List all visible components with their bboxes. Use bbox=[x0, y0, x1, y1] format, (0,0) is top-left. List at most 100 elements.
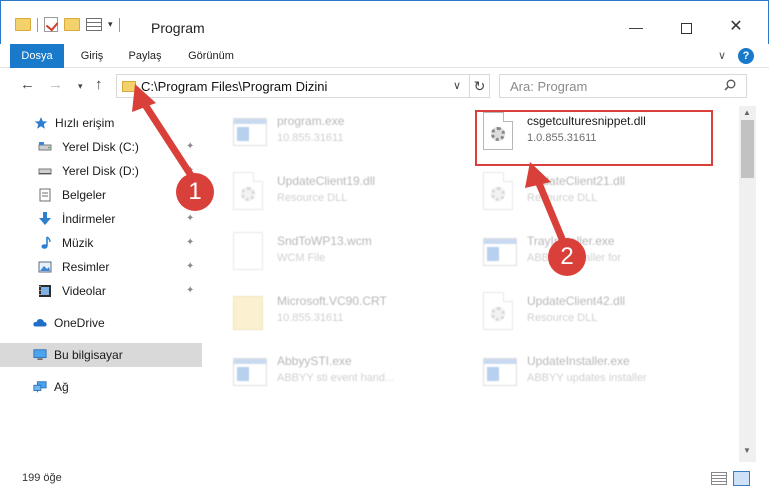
sidebar-item-downloads[interactable]: İndirmeler ✦ bbox=[0, 207, 202, 231]
maximize-button[interactable] bbox=[663, 13, 709, 41]
sidebar-item-label: Hızlı erişim bbox=[55, 116, 115, 130]
pin-icon[interactable]: ✦ bbox=[186, 141, 194, 152]
navigation-pane: Hızlı erişim Yerel Disk (C:) ✦ Yerel Dis… bbox=[0, 106, 205, 462]
address-bar[interactable]: C:\Program Files\Program Dizini ∨ ↻ bbox=[116, 74, 490, 98]
up-button[interactable]: ↑ bbox=[95, 76, 103, 93]
sidebar-item-pictures[interactable]: Resimler ✦ bbox=[0, 255, 202, 279]
file-description: Resource DLL bbox=[527, 192, 598, 204]
file-name: program.exe bbox=[277, 114, 345, 128]
list-item[interactable]: program.exe 10.855.31611 bbox=[205, 106, 455, 162]
sidebar-item-label: İndirmeler bbox=[62, 212, 116, 226]
sidebar-item-network[interactable]: Ağ bbox=[0, 375, 202, 399]
sidebar-item-onedrive[interactable]: OneDrive bbox=[0, 311, 202, 335]
maximize-icon bbox=[680, 22, 692, 34]
customize-toolbar-icon[interactable]: ▾ bbox=[108, 19, 113, 30]
title-bar: ▾ Program — ✕ bbox=[0, 0, 769, 44]
step-1-badge: 1 bbox=[176, 173, 214, 211]
scroll-up-icon[interactable]: ▲ bbox=[743, 108, 751, 117]
file-description: ABBYY sti event hand... bbox=[277, 372, 395, 384]
file-name: Microsoft.VC90.CRT bbox=[277, 294, 387, 308]
sidebar-item-this-pc[interactable]: Bu bilgisayar bbox=[0, 343, 202, 367]
file-description: Resource DLL bbox=[277, 192, 348, 204]
app-icon bbox=[483, 232, 517, 272]
tab-paylas[interactable]: Paylaş bbox=[120, 44, 170, 68]
sidebar-item-label: Yerel Disk (D:) bbox=[62, 164, 139, 178]
toolbar-separator bbox=[118, 17, 120, 32]
dll-icon bbox=[233, 172, 267, 212]
sidebar-item-quick-access[interactable]: Hızlı erişim bbox=[0, 111, 202, 135]
app-icon bbox=[233, 352, 267, 392]
file-name: UpdateClient19.dll bbox=[277, 174, 376, 188]
help-icon[interactable]: ? bbox=[738, 48, 754, 64]
address-dropdown-icon[interactable]: ∨ bbox=[453, 79, 461, 92]
step-2-badge: 2 bbox=[548, 238, 586, 276]
ribbon-tabs: Dosya Giriş Paylaş Görünüm ∨ ? bbox=[0, 44, 769, 68]
list-item[interactable]: UpdateClient19.dll Resource DLL bbox=[205, 166, 455, 222]
pin-icon[interactable]: ✦ bbox=[186, 261, 194, 272]
tiles-view-icon[interactable] bbox=[733, 471, 750, 486]
sidebar-item-label: Videolar bbox=[62, 284, 106, 298]
tab-giris[interactable]: Giriş bbox=[64, 44, 120, 68]
sidebar-item-music[interactable]: Müzik ✦ bbox=[0, 231, 202, 255]
sidebar-item-label: Yerel Disk (C:) bbox=[62, 140, 139, 154]
close-button[interactable]: ✕ bbox=[713, 13, 759, 41]
drive-icon bbox=[38, 142, 52, 151]
vertical-scrollbar[interactable]: ▲ ▼ bbox=[739, 106, 756, 462]
scroll-down-icon[interactable]: ▼ bbox=[743, 446, 751, 455]
highlight-frame bbox=[475, 110, 713, 166]
list-item[interactable]: SndToWP13.wcm WCM File bbox=[205, 226, 455, 282]
list-item[interactable]: UpdateClient42.dll Resource DLL bbox=[455, 286, 705, 342]
file-description: WCM File bbox=[277, 252, 326, 264]
folder-icon[interactable] bbox=[15, 18, 31, 31]
item-count: 199 öğe bbox=[22, 472, 62, 484]
expand-ribbon-icon[interactable]: ∨ bbox=[718, 49, 726, 62]
file-name: UpdateClient21.dll bbox=[527, 174, 626, 188]
dll-icon bbox=[483, 292, 517, 332]
recent-locations-icon[interactable]: ▾ bbox=[78, 81, 83, 92]
minimize-button[interactable]: — bbox=[613, 13, 659, 41]
file-description: ABBYY updates installer bbox=[527, 372, 647, 384]
list-item[interactable]: Microsoft.VC90.CRT 10.855.31611 bbox=[205, 286, 455, 342]
folder-icon bbox=[122, 81, 136, 92]
list-item[interactable]: AbbyySTI.exe ABBYY sti event hand... bbox=[205, 346, 455, 402]
tab-dosya[interactable]: Dosya bbox=[10, 44, 64, 68]
checkmark-icon[interactable] bbox=[44, 17, 58, 32]
scrollbar-thumb[interactable] bbox=[741, 120, 754, 178]
file-description: Resource DLL bbox=[527, 312, 598, 324]
download-icon bbox=[39, 212, 51, 225]
search-icon[interactable] bbox=[724, 79, 736, 91]
details-view-icon[interactable] bbox=[711, 472, 727, 485]
pin-icon[interactable]: ✦ bbox=[186, 213, 194, 224]
star-icon bbox=[34, 117, 48, 129]
properties-icon[interactable] bbox=[86, 18, 102, 31]
new-folder-icon[interactable] bbox=[64, 18, 80, 31]
sidebar-item-videos[interactable]: Videolar ✦ bbox=[0, 279, 202, 303]
search-box[interactable]: Ara: Program bbox=[499, 74, 747, 98]
app-icon bbox=[233, 112, 267, 152]
file-description: 10.855.31611 bbox=[277, 312, 344, 324]
cloud-icon bbox=[33, 319, 47, 327]
sidebar-item-label: Müzik bbox=[62, 236, 94, 250]
sidebar-item-disk-c[interactable]: Yerel Disk (C:) ✦ bbox=[0, 135, 202, 159]
sidebar-item-label: Bu bilgisayar bbox=[54, 348, 123, 362]
sidebar-item-documents[interactable]: Belgeler ✦ bbox=[0, 183, 202, 207]
tab-gorunum[interactable]: Görünüm bbox=[178, 44, 244, 68]
sidebar-item-disk-d[interactable]: Yerel Disk (D:) ✦ bbox=[0, 159, 202, 183]
dll-icon bbox=[483, 172, 517, 212]
pin-icon[interactable]: ✦ bbox=[186, 285, 194, 296]
list-item[interactable]: UpdateClient21.dll Resource DLL bbox=[455, 166, 705, 222]
file-name: AbbyySTI.exe bbox=[277, 354, 352, 368]
app-icon bbox=[483, 352, 517, 392]
list-item[interactable]: UpdateInstaller.exe ABBYY updates instal… bbox=[455, 346, 705, 402]
refresh-button[interactable]: ↻ bbox=[469, 75, 489, 97]
forward-button[interactable]: → bbox=[48, 76, 63, 93]
sidebar-item-label: Belgeler bbox=[62, 188, 107, 202]
file-icon bbox=[233, 232, 267, 272]
music-icon bbox=[41, 236, 51, 249]
back-button[interactable]: ← bbox=[20, 76, 35, 93]
pictures-icon bbox=[38, 261, 52, 273]
pin-icon[interactable]: ✦ bbox=[186, 237, 194, 248]
file-name: UpdateInstaller.exe bbox=[527, 354, 630, 368]
videos-icon bbox=[39, 285, 51, 297]
address-path[interactable]: C:\Program Files\Program Dizini bbox=[141, 79, 327, 94]
